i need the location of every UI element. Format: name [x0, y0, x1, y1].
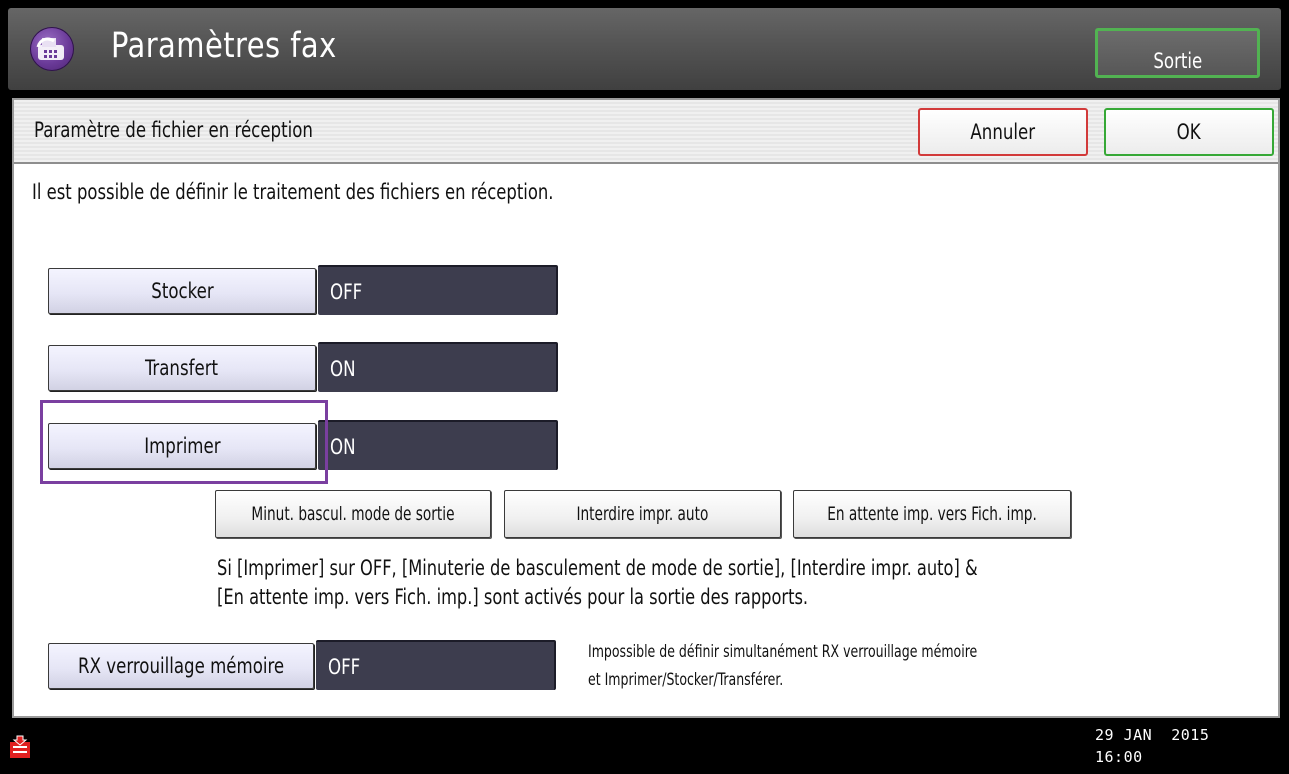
- panel-subheader: Paramètre de fichier en réception Annule…: [14, 100, 1278, 164]
- cancel-button-label: Annuler: [970, 120, 1036, 144]
- print-note-line1: Si [Imprimer] sur OFF, [Minuterie de bas…: [217, 556, 978, 580]
- date-time: 29 JAN 2015 16:00: [1095, 724, 1209, 768]
- panel-title: Paramètre de fichier en réception: [34, 118, 313, 142]
- app-header: Paramètres fax Sortie: [8, 8, 1281, 90]
- print-file-hold-label: En attente imp. vers Fich. imp.: [827, 503, 1037, 525]
- prohibit-auto-print-button[interactable]: Interdire impr. auto: [504, 490, 781, 538]
- output-mode-timer-label: Minut. bascul. mode de sortie: [251, 503, 455, 525]
- memory-lock-value-text: OFF: [328, 655, 361, 679]
- page-title: Paramètres fax: [111, 26, 337, 66]
- transfer-button[interactable]: Transfert: [48, 345, 316, 391]
- memory-lock-button[interactable]: RX verrouillage mémoire: [48, 643, 314, 689]
- ok-button-label: OK: [1176, 120, 1201, 144]
- store-value: OFF: [318, 265, 558, 315]
- print-note: Si [Imprimer] sur OFF, [Minuterie de bas…: [217, 554, 978, 612]
- inbox-tray-icon[interactable]: [9, 735, 31, 759]
- memory-lock-note-line1: Impossible de définir simultanément RX v…: [588, 642, 978, 662]
- memory-lock-value: OFF: [316, 640, 556, 690]
- fax-app-icon: [30, 27, 74, 71]
- print-value-text: ON: [330, 435, 356, 459]
- transfer-label: Transfert: [145, 356, 219, 380]
- store-label: Stocker: [150, 279, 214, 303]
- transfer-value-text: ON: [330, 357, 356, 381]
- intro-text: Il est possible de définir le traitement…: [32, 180, 554, 204]
- memory-lock-label: RX verrouillage mémoire: [77, 654, 285, 678]
- prohibit-auto-print-label: Interdire impr. auto: [576, 503, 709, 525]
- store-value-text: OFF: [330, 280, 363, 304]
- store-button[interactable]: Stocker: [48, 268, 316, 314]
- memory-lock-note-line2: et Imprimer/Stocker/Transférer.: [588, 670, 784, 690]
- cancel-button[interactable]: Annuler: [918, 108, 1088, 156]
- print-value: ON: [318, 420, 558, 470]
- settings-panel: Paramètre de fichier en réception Annule…: [12, 98, 1280, 718]
- output-mode-timer-button[interactable]: Minut. bascul. mode de sortie: [215, 490, 491, 538]
- date-text: 29 JAN 2015: [1095, 726, 1210, 744]
- selection-highlight: [40, 400, 328, 484]
- time-text: 16:00: [1095, 748, 1143, 766]
- memory-lock-note: Impossible de définir simultanément RX v…: [588, 638, 977, 694]
- exit-button[interactable]: Sortie: [1095, 28, 1260, 78]
- print-note-line2: [En attente imp. vers Fich. imp.] sont a…: [217, 585, 809, 609]
- print-file-hold-button[interactable]: En attente imp. vers Fich. imp.: [793, 490, 1071, 538]
- ok-button[interactable]: OK: [1104, 108, 1274, 156]
- transfer-value: ON: [318, 342, 558, 392]
- exit-button-label: Sortie: [1153, 49, 1202, 73]
